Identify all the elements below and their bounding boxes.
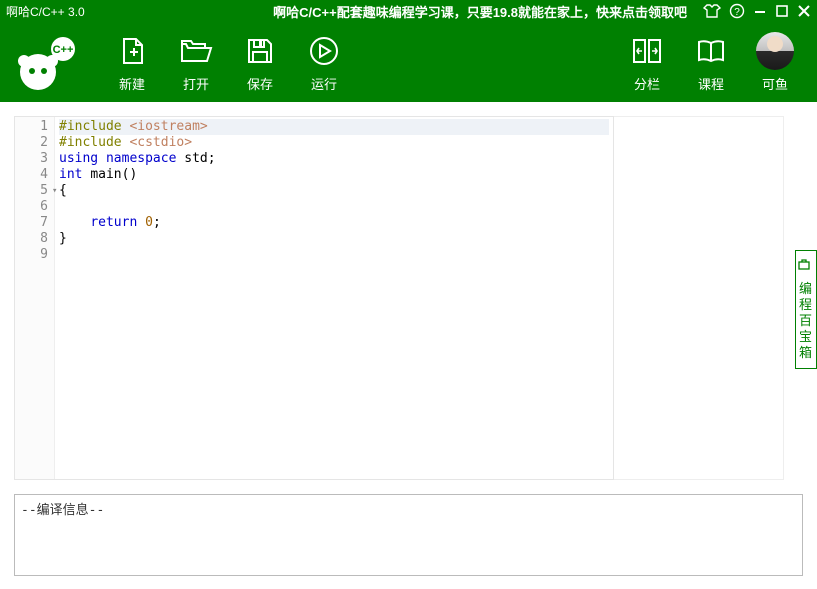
book-icon <box>695 32 727 70</box>
line-number: 3 <box>17 151 48 167</box>
window-controls: ? <box>703 3 811 19</box>
close-button[interactable] <box>797 4 811 18</box>
line-number: 1 <box>17 119 48 135</box>
svg-text:?: ? <box>734 7 740 18</box>
maximize-button[interactable] <box>775 4 789 18</box>
line-number: 6 <box>17 199 48 215</box>
code-line[interactable]: return 0; <box>59 215 609 231</box>
run-label: 运行 <box>311 74 337 93</box>
app-logo: C++ <box>10 27 80 97</box>
minimize-button[interactable] <box>753 4 767 18</box>
save-label: 保存 <box>247 74 273 93</box>
editor-right-panel <box>614 116 784 480</box>
save-button[interactable]: 保存 <box>228 32 292 93</box>
run-button[interactable]: 运行 <box>292 32 356 93</box>
code-line[interactable]: } <box>59 231 609 247</box>
line-number: 9 <box>17 247 48 263</box>
run-icon <box>308 32 340 70</box>
code-line[interactable]: #include <cstdio> <box>59 135 609 151</box>
user-label: 可鱼 <box>762 74 788 93</box>
toolbox-tab[interactable]: 编程百宝箱 <box>795 250 817 369</box>
open-label: 打开 <box>183 74 209 93</box>
output-text: --编译信息-- <box>21 503 104 518</box>
titlebar: 啊哈C/C++ 3.0 啊哈C/C++配套趣味编程学习课，只要19.8就能在家上… <box>0 0 817 22</box>
split-icon <box>631 32 663 70</box>
course-button[interactable]: 课程 <box>679 32 743 93</box>
code-line[interactable]: using namespace std; <box>59 151 609 167</box>
code-line[interactable]: #include <iostream> <box>59 119 609 135</box>
open-button[interactable]: 打开 <box>164 32 228 93</box>
split-label: 分栏 <box>634 74 660 93</box>
app-title: 啊哈C/C++ 3.0 <box>6 3 85 20</box>
course-label: 课程 <box>698 74 724 93</box>
main-area: 12345▾6789 #include <iostream>#include <… <box>0 102 817 480</box>
promo-link[interactable]: 啊哈C/C++配套趣味编程学习课，只要19.8就能在家上，快来点击领取吧 <box>273 2 687 21</box>
code-line[interactable] <box>59 199 609 215</box>
shirt-icon[interactable] <box>703 3 721 19</box>
save-icon <box>245 32 275 70</box>
split-button[interactable]: 分栏 <box>615 32 679 93</box>
user-button[interactable]: 可鱼 <box>743 32 807 93</box>
line-gutter: 12345▾6789 <box>15 117 55 479</box>
code-line[interactable]: { <box>59 183 609 199</box>
new-label: 新建 <box>119 74 145 93</box>
new-file-icon <box>116 32 148 70</box>
output-panel[interactable]: --编译信息-- <box>14 494 803 576</box>
code-area[interactable]: #include <iostream>#include <cstdio>usin… <box>55 117 613 479</box>
line-number: 7 <box>17 215 48 231</box>
code-editor[interactable]: 12345▾6789 #include <iostream>#include <… <box>14 116 614 480</box>
line-number: 4 <box>17 167 48 183</box>
toolbar: C++ 新建 打开 保存 运行 分栏 课程 <box>0 22 817 102</box>
code-line[interactable] <box>59 247 609 263</box>
line-number: 8 <box>17 231 48 247</box>
help-icon[interactable]: ? <box>729 3 745 19</box>
line-number: 5▾ <box>17 183 48 199</box>
avatar <box>756 32 794 70</box>
code-line[interactable]: int main() <box>59 167 609 183</box>
svg-text:C++: C++ <box>53 44 74 56</box>
line-number: 2 <box>17 135 48 151</box>
toolbox-label: 编程百宝箱 <box>797 282 812 362</box>
open-folder-icon <box>179 32 213 70</box>
new-button[interactable]: 新建 <box>100 32 164 93</box>
toolbox-icon <box>797 257 811 271</box>
